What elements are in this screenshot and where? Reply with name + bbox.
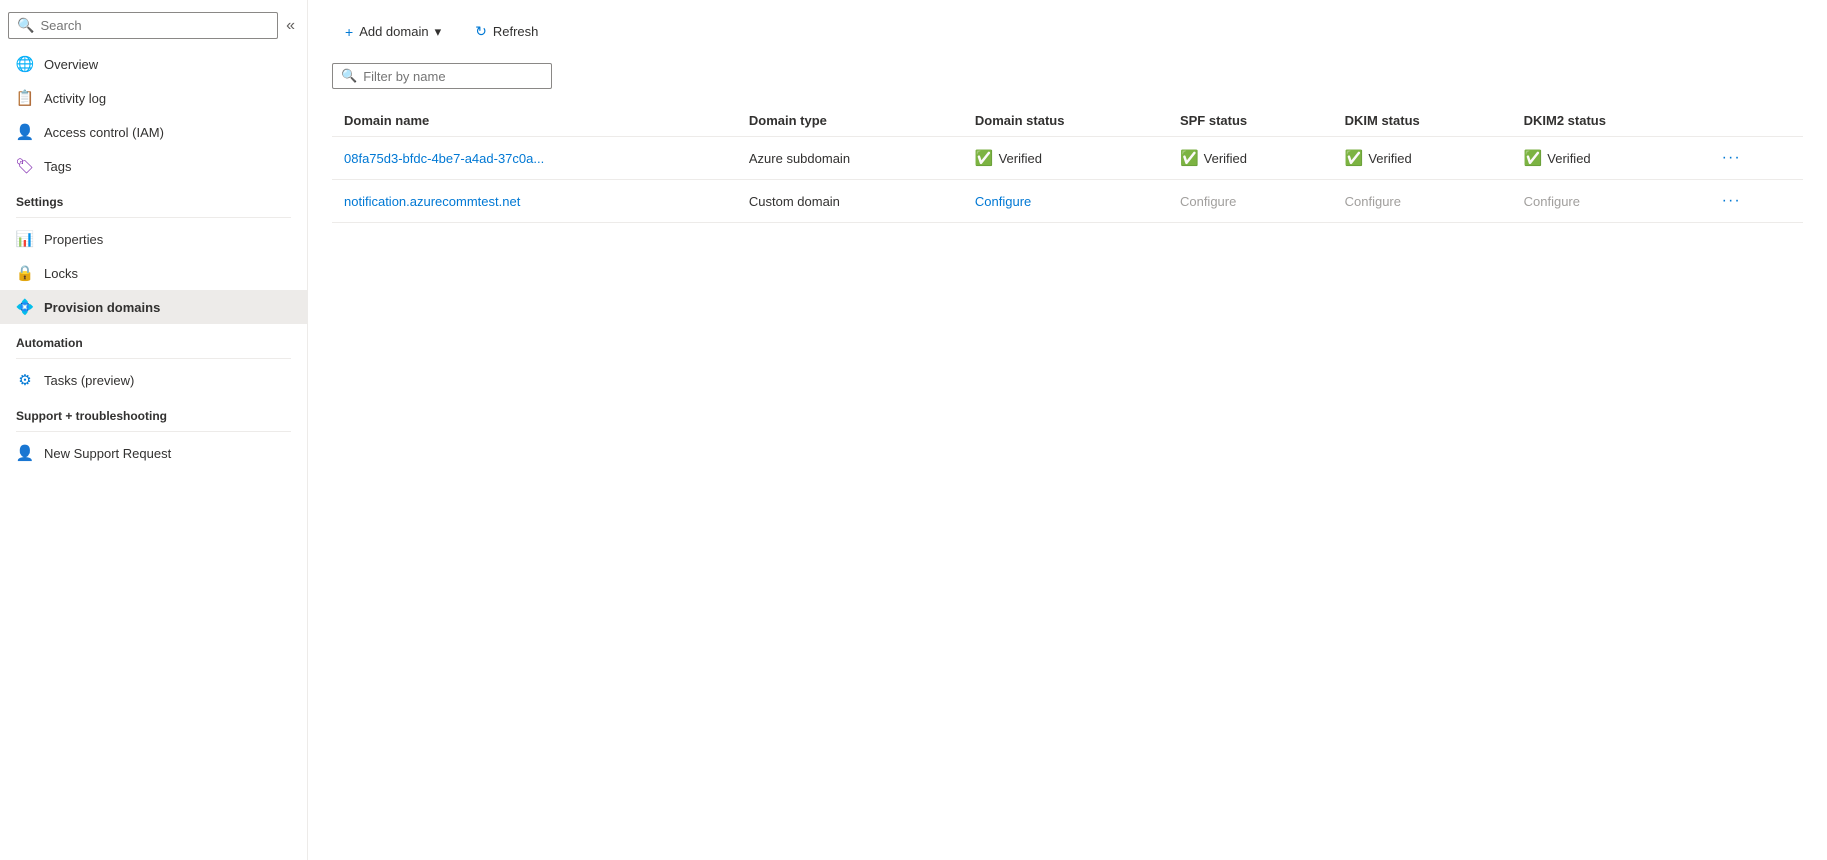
search-icon: 🔍 (17, 17, 34, 34)
filter-row: 🔍 (332, 63, 1803, 89)
configure-gray: Configure (1180, 194, 1236, 209)
support-icon: 👤 (16, 444, 34, 462)
provision-icon: 💠 (16, 298, 34, 316)
cell-domain-name: notification.azurecommtest.net (332, 180, 737, 223)
sidebar-item-access-control[interactable]: 👤 Access control (IAM) (0, 115, 307, 149)
configure-gray: Configure (1524, 194, 1580, 209)
activity-icon: 📋 (16, 89, 34, 107)
filter-input[interactable] (363, 69, 543, 84)
check-icon: ✅ (1345, 149, 1364, 167)
properties-icon: 📊 (16, 230, 34, 248)
domain-name-link[interactable]: 08fa75d3-bfdc-4be7-a4ad-37c0a... (344, 151, 544, 166)
dropdown-icon: ▾ (435, 24, 442, 40)
support-section-label: Support + troubleshooting (0, 397, 307, 427)
automation-divider (16, 358, 291, 359)
status-verified: ✅Verified (1524, 149, 1692, 167)
table-row: 08fa75d3-bfdc-4be7-a4ad-37c0a... Azure su… (332, 137, 1803, 180)
sidebar-item-tags[interactable]: 🏷 Tags (0, 149, 307, 183)
table-row: notification.azurecommtest.net Custom dom… (332, 180, 1803, 223)
settings-divider (16, 217, 291, 218)
sidebar-item-locks[interactable]: 🔒 Locks (0, 256, 307, 290)
sidebar-item-label: Properties (44, 232, 103, 247)
search-input[interactable] (40, 18, 269, 33)
add-icon: + (345, 24, 353, 40)
col-domain-name: Domain name (332, 105, 737, 137)
lock-icon: 🔒 (16, 264, 34, 282)
cell-dkim2-status: ✅Verified (1512, 137, 1704, 180)
sidebar-item-overview[interactable]: 🌐 Overview (0, 47, 307, 81)
status-verified: ✅Verified (1345, 149, 1500, 167)
toolbar: + Add domain ▾ ↻ Refresh (332, 16, 1803, 47)
cell-domain-status: ✅Verified (963, 137, 1168, 180)
cell-dkim2-status: Configure (1512, 180, 1704, 223)
collapse-button[interactable]: « (282, 13, 299, 39)
sidebar-item-tasks[interactable]: ⚙ Tasks (preview) (0, 363, 307, 397)
refresh-button[interactable]: ↻ Refresh (462, 16, 551, 47)
cell-domain-status: Configure (963, 180, 1168, 223)
sidebar: 🔍 « 🌐 Overview 📋 Activity log 👤 Access c… (0, 0, 308, 860)
cell-more-actions: ··· (1704, 180, 1803, 223)
refresh-label: Refresh (493, 24, 539, 39)
sidebar-item-label: Locks (44, 266, 78, 281)
filter-input-wrap: 🔍 (332, 63, 552, 89)
sidebar-item-label: Overview (44, 57, 98, 72)
main-content: + Add domain ▾ ↻ Refresh 🔍 Domain name D… (308, 0, 1827, 860)
more-actions-button[interactable]: ··· (1716, 147, 1747, 169)
sidebar-item-label: Access control (IAM) (44, 125, 164, 140)
support-divider (16, 431, 291, 432)
settings-section-label: Settings (0, 183, 307, 213)
sidebar-item-label: Provision domains (44, 300, 160, 315)
sidebar-item-label: Tags (44, 159, 71, 174)
cell-domain-type: Custom domain (737, 180, 963, 223)
col-domain-type: Domain type (737, 105, 963, 137)
sidebar-item-provision-domains[interactable]: 💠 Provision domains (0, 290, 307, 324)
cell-more-actions: ··· (1704, 137, 1803, 180)
configure-gray: Configure (1345, 194, 1401, 209)
check-icon: ✅ (1180, 149, 1199, 167)
col-actions (1704, 105, 1803, 137)
check-icon: ✅ (975, 149, 994, 167)
sidebar-item-activity-log[interactable]: 📋 Activity log (0, 81, 307, 115)
domain-name-link[interactable]: notification.azurecommtest.net (344, 194, 520, 209)
col-spf-status: SPF status (1168, 105, 1333, 137)
sidebar-search-row: 🔍 « (0, 8, 307, 47)
sidebar-item-label: Activity log (44, 91, 106, 106)
col-domain-status: Domain status (963, 105, 1168, 137)
table-header-row: Domain name Domain type Domain status SP… (332, 105, 1803, 137)
add-domain-button[interactable]: + Add domain ▾ (332, 17, 454, 47)
tasks-icon: ⚙ (16, 371, 34, 389)
configure-link[interactable]: Configure (975, 194, 1031, 209)
sidebar-item-new-support[interactable]: 👤 New Support Request (0, 436, 307, 470)
status-verified: ✅Verified (1180, 149, 1321, 167)
cell-domain-name: 08fa75d3-bfdc-4be7-a4ad-37c0a... (332, 137, 737, 180)
check-icon: ✅ (1524, 149, 1543, 167)
cell-spf-status: Configure (1168, 180, 1333, 223)
automation-section-label: Automation (0, 324, 307, 354)
cell-spf-status: ✅Verified (1168, 137, 1333, 180)
cell-dkim-status: ✅Verified (1333, 137, 1512, 180)
sidebar-item-label: Tasks (preview) (44, 373, 134, 388)
domain-table: Domain name Domain type Domain status SP… (332, 105, 1803, 223)
cell-dkim-status: Configure (1333, 180, 1512, 223)
sidebar-item-label: New Support Request (44, 446, 171, 461)
add-domain-label: Add domain (359, 24, 428, 39)
filter-search-icon: 🔍 (341, 68, 357, 84)
col-dkim-status: DKIM status (1333, 105, 1512, 137)
refresh-icon: ↻ (475, 23, 487, 40)
cell-domain-type: Azure subdomain (737, 137, 963, 180)
search-box: 🔍 (8, 12, 278, 39)
iam-icon: 👤 (16, 123, 34, 141)
globe-icon: 🌐 (16, 55, 34, 73)
more-actions-button[interactable]: ··· (1716, 190, 1747, 212)
sidebar-item-properties[interactable]: 📊 Properties (0, 222, 307, 256)
status-verified: ✅Verified (975, 149, 1156, 167)
collapse-icon: « (286, 17, 295, 34)
col-dkim2-status: DKIM2 status (1512, 105, 1704, 137)
tag-icon: 🏷 (16, 157, 34, 175)
